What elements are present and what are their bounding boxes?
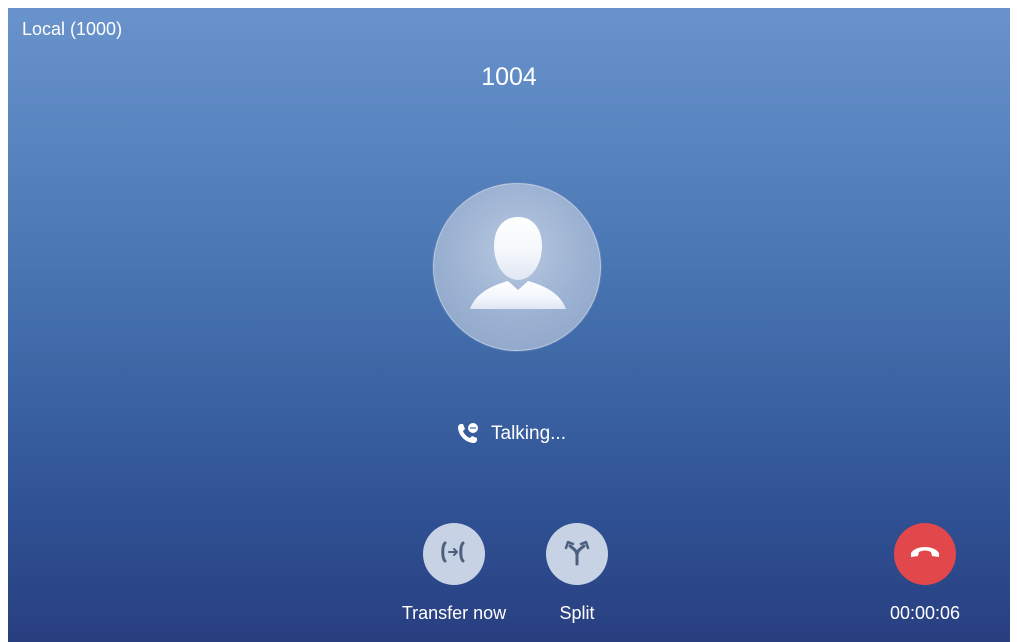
transfer-now-button[interactable]: [423, 523, 485, 585]
call-screen: Local (1000) 1004 Talking... Transfer no…: [8, 8, 1010, 642]
call-duration: 00:00:06: [889, 603, 961, 623]
split-icon: [562, 538, 592, 571]
transfer-now-label: Transfer now: [401, 603, 507, 623]
callee-number: 1004: [481, 63, 537, 91]
split-button[interactable]: [546, 523, 608, 585]
status-text: Talking...: [491, 423, 566, 444]
transfer-now-action[interactable]: Transfer now: [389, 523, 519, 624]
split-action[interactable]: Split: [512, 523, 642, 624]
hangup-button[interactable]: [894, 523, 956, 585]
contact-avatar-icon: [433, 183, 601, 351]
call-status: Talking...: [455, 421, 566, 447]
split-label: Split: [559, 603, 595, 623]
transfer-icon: [439, 539, 469, 570]
line-label: Local (1000): [22, 19, 123, 39]
hangup-icon: [908, 542, 942, 567]
hangup-action[interactable]: 00:00:06: [860, 523, 990, 624]
phone-talking-icon: [455, 421, 481, 447]
